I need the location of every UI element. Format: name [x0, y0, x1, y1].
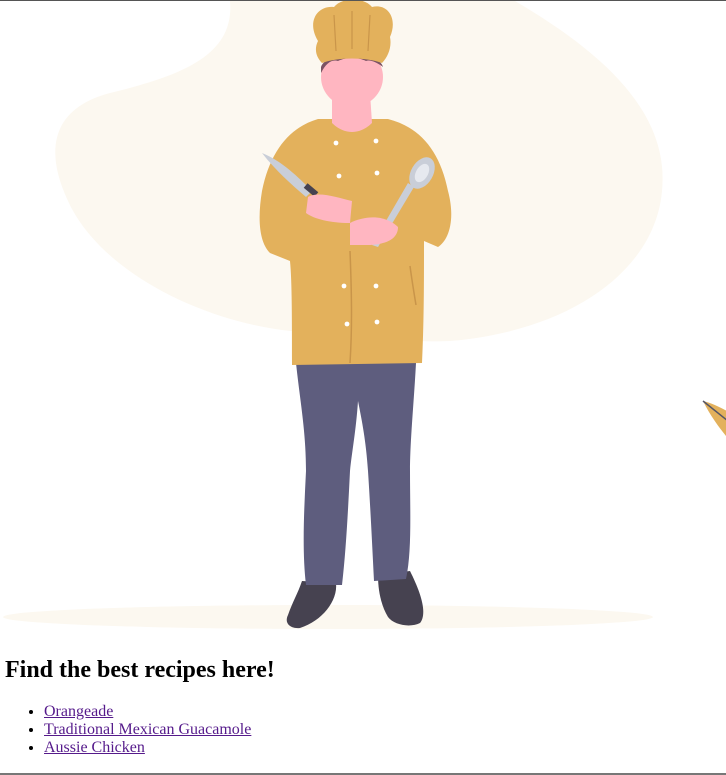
recipe-list: Orangeade Traditional Mexican Guacamole …	[4, 703, 251, 757]
pants	[296, 363, 416, 585]
recipe-link-orangeade[interactable]: Orangeade	[44, 703, 113, 720]
page-title: Find the best recipes here!	[5, 657, 275, 683]
recipe-link-guacamole[interactable]: Traditional Mexican Guacamole	[44, 721, 251, 738]
recipe-link-aussie-chicken[interactable]: Aussie Chicken	[44, 739, 145, 756]
chef-hat	[313, 1, 393, 63]
list-item: Aussie Chicken	[44, 739, 251, 757]
floor-shadow	[3, 605, 653, 629]
list-item: Traditional Mexican Guacamole	[44, 721, 251, 739]
chef-illustration	[3, 1, 726, 629]
leaf-decoration	[703, 401, 726, 436]
list-item: Orangeade	[44, 703, 251, 721]
